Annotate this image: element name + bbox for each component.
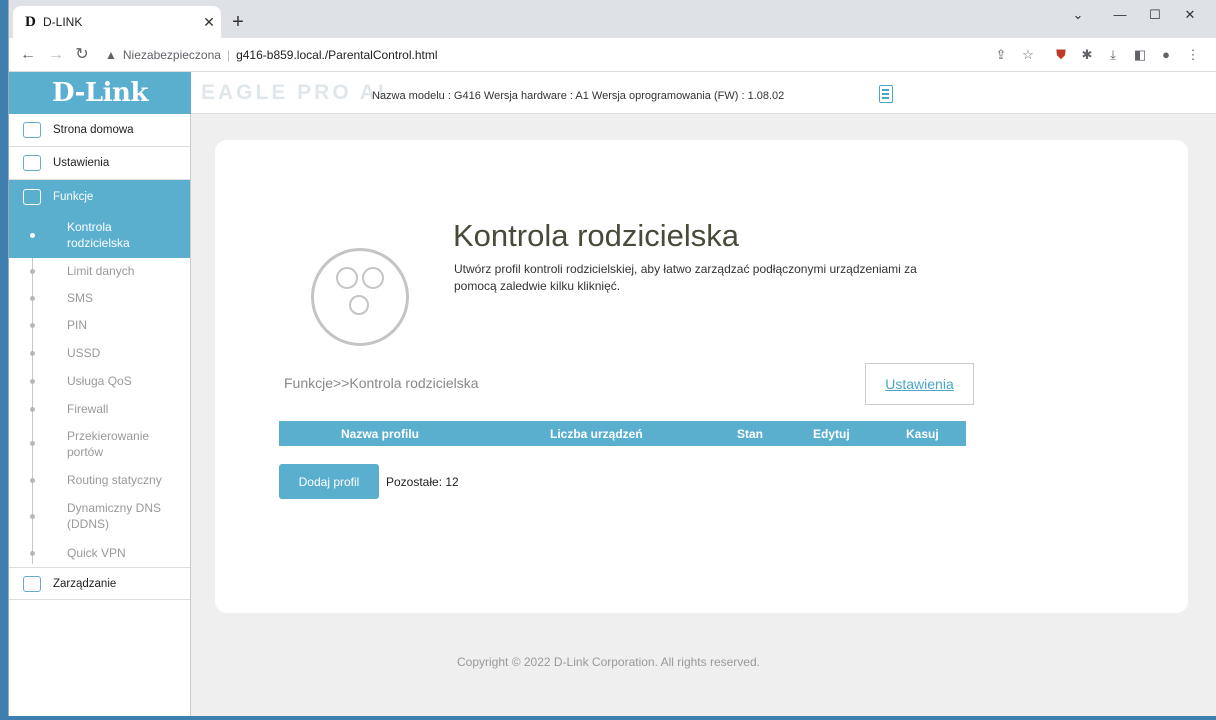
menu-icon[interactable]: ⋮ (1184, 46, 1202, 64)
warning-icon: ▲ (105, 48, 117, 62)
tab-strip: D D-LINK ✕ + ⌄ — ☐ ✕ (9, 0, 1216, 38)
sidebar-subitem-parental-control[interactable]: Kontrola rodzicielska (9, 213, 190, 258)
sidebar-subitem-quick-vpn[interactable]: Quick VPN (9, 540, 190, 567)
tab-title: D-LINK (43, 15, 83, 29)
router-header: D-Link EAGLE PRO AI Nazwa modelu : G416 … (9, 72, 1216, 114)
sidebar: Strona domowa Ustawienia Funkcje Kontrol… (9, 114, 191, 716)
side-panel-icon[interactable]: ◧ (1131, 46, 1149, 64)
sidebar-subitem-pin[interactable]: PIN (9, 312, 190, 339)
page-description: Utwórz profil kontroli rodzicielskiej, a… (454, 262, 917, 293)
sidebar-subitem-qos[interactable]: Usługa QoS (9, 368, 190, 395)
content-card: Kontrola rodzicielska Utwórz profil kont… (215, 140, 1188, 613)
address-bar[interactable]: ▲ Niezabezpieczona | g416-b859.local./Pa… (105, 43, 1049, 67)
dlink-logo[interactable]: D-Link (9, 72, 191, 114)
sidebar-subitem-port-forwarding[interactable]: Przekierowanie portów (9, 423, 190, 465)
parental-control-family-icon (311, 248, 409, 346)
sidebar-subitem-ddns[interactable]: Dynamiczny DNS (DDNS) (9, 495, 190, 539)
document-icon[interactable] (879, 85, 893, 103)
eagle-pro-logo: EAGLE PRO AI (201, 81, 387, 104)
dlink-favicon-icon: D (25, 13, 36, 30)
settings-button[interactable]: Ustawienia (865, 363, 974, 405)
column-profile-name: Nazwa profilu (341, 427, 420, 441)
column-device-count: Liczba urządzeń (550, 427, 643, 441)
remaining-count: Pozostałe: 12 (386, 475, 459, 489)
extensions-icon[interactable]: ✱ (1078, 46, 1096, 64)
sidebar-item-features[interactable]: Funkcje (9, 180, 190, 213)
column-delete: Kasuj (906, 427, 939, 441)
profile-avatar-icon[interactable]: ● (1157, 46, 1175, 64)
sidebar-subitem-ussd[interactable]: USSD (9, 340, 190, 367)
management-icon (23, 575, 41, 592)
network-icon (23, 122, 41, 138)
share-icon[interactable]: ⇪ (992, 46, 1010, 64)
close-tab-icon[interactable]: ✕ (197, 14, 221, 31)
minimize-icon[interactable]: — (1105, 4, 1135, 26)
close-window-icon[interactable]: ✕ (1175, 4, 1205, 26)
browser-toolbar: ← → ↻ ▲ Niezabezpieczona | g416-b859.loc… (9, 38, 1216, 72)
browser-window: D D-LINK ✕ + ⌄ — ☐ ✕ ← → ↻ ▲ Niezabezpie… (8, 0, 1216, 716)
sidebar-subitem-sms[interactable]: SMS (9, 285, 190, 312)
sidebar-subitem-firewall[interactable]: Firewall (9, 396, 190, 423)
maximize-icon[interactable]: ☐ (1140, 4, 1170, 26)
ublock-icon[interactable]: ⛊ (1052, 46, 1070, 64)
add-profile-button[interactable]: Dodaj profil (279, 464, 379, 499)
url-text: g416-b859.local./ParentalControl.html (236, 48, 438, 62)
settings-icon (23, 155, 41, 171)
router-page: D-Link EAGLE PRO AI Nazwa modelu : G416 … (9, 72, 1216, 716)
model-info: Nazwa modelu : G416 Wersja hardware : A1… (372, 90, 785, 102)
sidebar-subitem-data-limit[interactable]: Limit danych (9, 258, 190, 285)
sidebar-item-home[interactable]: Strona domowa (9, 114, 190, 147)
browser-tab[interactable]: D D-LINK ✕ (13, 6, 221, 38)
breadcrumb: Funkcje>>Kontrola rodzicielska (284, 375, 479, 391)
back-icon[interactable]: ← (17, 44, 39, 66)
column-edit: Edytuj (813, 427, 850, 441)
router-icon (23, 188, 41, 205)
copyright: Copyright © 2022 D-Link Corporation. All… (457, 655, 760, 669)
security-label: Niezabezpieczona (122, 48, 221, 62)
download-icon[interactable]: ⤓ (1104, 46, 1122, 64)
tab-search-icon[interactable]: ⌄ (1063, 4, 1093, 26)
new-tab-icon[interactable]: + (225, 10, 251, 36)
forward-icon[interactable]: → (45, 44, 67, 66)
page-title: Kontrola rodzicielska (453, 218, 740, 253)
sidebar-item-settings[interactable]: Ustawienia (9, 147, 190, 180)
sidebar-item-management[interactable]: Zarządzanie (9, 567, 190, 600)
column-status: Stan (737, 427, 764, 441)
bookmark-star-icon[interactable]: ☆ (1019, 46, 1037, 64)
profiles-table-header: Nazwa profilu Liczba urządzeń Stan Edytu… (279, 421, 966, 446)
sidebar-subitem-static-routing[interactable]: Routing statyczny (9, 467, 190, 494)
reload-icon[interactable]: ↻ (71, 44, 93, 66)
